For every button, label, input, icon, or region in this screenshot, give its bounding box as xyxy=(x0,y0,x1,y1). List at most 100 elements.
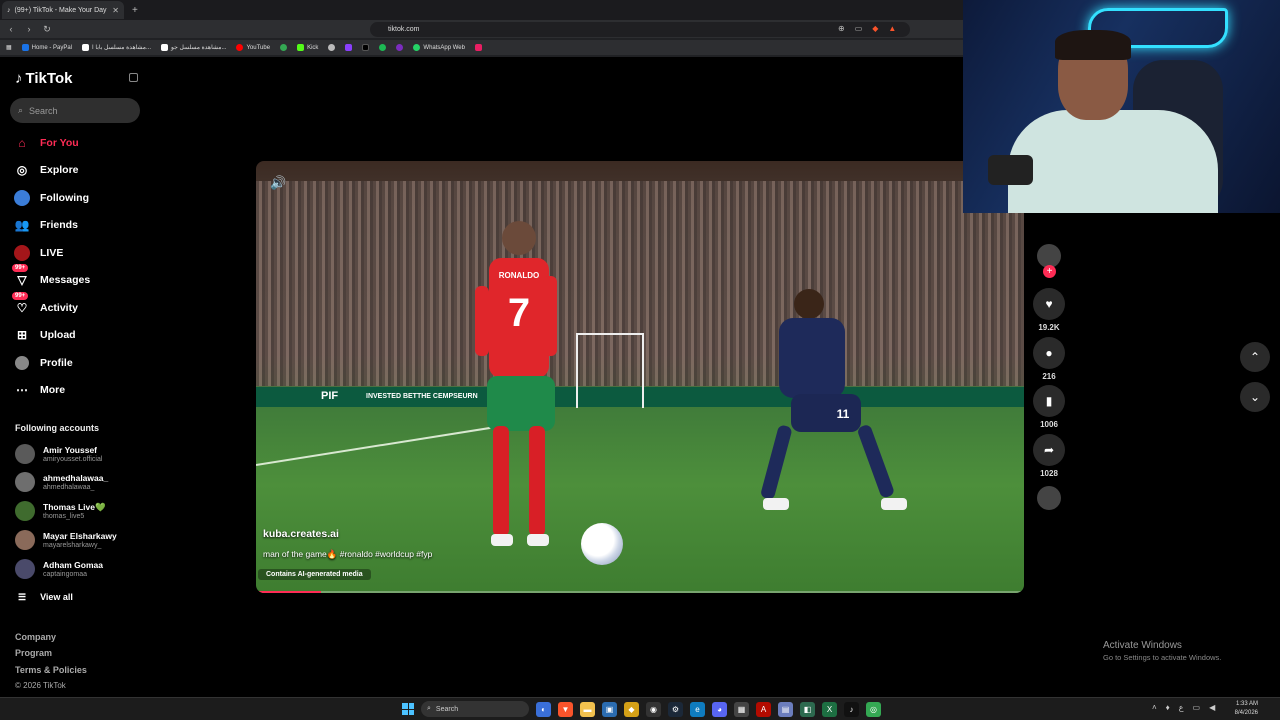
nav-more[interactable]: ⋯ More xyxy=(14,382,65,398)
tab-close-icon[interactable]: ✕ xyxy=(112,6,119,15)
store-icon[interactable]: ▣ xyxy=(602,702,617,717)
tiktok-icon[interactable]: ♪ xyxy=(844,702,859,717)
bookmark-item[interactable]: Home - PayPal xyxy=(21,44,72,51)
nav-activity[interactable]: ♡ 99+ Activity xyxy=(12,292,78,316)
address-bar[interactable]: tiktok.com xyxy=(370,22,910,37)
avatar xyxy=(15,530,35,550)
rewards-icon[interactable]: ▲ xyxy=(888,24,896,33)
bookmark-item[interactable] xyxy=(396,44,404,51)
tiktok-logo[interactable]: ♪ TikTok xyxy=(15,70,72,87)
following-account[interactable]: Thomas Live💚 thomas_live5 xyxy=(15,501,106,521)
nav-explore[interactable]: ◎ Explore xyxy=(14,162,79,178)
avatar xyxy=(15,472,35,492)
avatar xyxy=(15,444,35,464)
video-player[interactable]: PIF INVESTED BETTHE CEMPSEURN RONALDO 7 … xyxy=(256,161,1024,593)
following-account[interactable]: Adham Gomaa captaingomaa xyxy=(15,559,103,579)
previous-video-button[interactable]: ⌃ xyxy=(1240,342,1270,372)
volume-icon[interactable]: 🔊 xyxy=(270,175,286,191)
calculator-icon[interactable]: ▦ xyxy=(734,702,749,717)
bookmark-item[interactable] xyxy=(362,44,370,51)
brave-icon[interactable]: ▼ xyxy=(558,702,573,717)
footer-link-program[interactable]: Program xyxy=(15,648,52,658)
home-icon: ⌂ xyxy=(18,136,26,150)
like-button[interactable]: ♥ xyxy=(1033,288,1065,320)
steam-icon[interactable]: ⚙ xyxy=(668,702,683,717)
notepad-icon[interactable]: ▤ xyxy=(778,702,793,717)
bookmark-item[interactable]: مشاهدة مسلسل بابا ا... xyxy=(82,44,151,51)
nav-following[interactable]: Following xyxy=(14,190,89,206)
back-icon[interactable]: ‹ xyxy=(6,24,16,34)
nav-label: Profile xyxy=(40,357,73,369)
bookmark-item[interactable]: مشاهدة مسلسل جو... xyxy=(161,44,226,51)
network-icon[interactable]: ▭ xyxy=(1193,703,1201,712)
edge-icon[interactable]: e xyxy=(690,702,705,717)
view-all-button[interactable]: ☰ View all xyxy=(18,592,73,603)
nav-label: Friends xyxy=(40,219,78,231)
app-icon[interactable]: ◧ xyxy=(800,702,815,717)
reload-icon[interactable]: ↻ xyxy=(42,24,52,35)
nav-for-you[interactable]: ⌂ For You xyxy=(14,135,78,151)
collapse-sidebar-icon[interactable] xyxy=(129,73,138,82)
copilot-icon[interactable]: ◐ xyxy=(536,702,551,717)
chevron-up-icon[interactable]: ˄ xyxy=(1152,703,1157,712)
bookmark-icon xyxy=(280,44,288,51)
bookmark-item[interactable]: YouTube xyxy=(236,44,270,51)
mic-icon[interactable]: ♦ xyxy=(1166,703,1170,712)
nav-messages[interactable]: ▽ 99+ Messages xyxy=(12,264,91,288)
sound-disc-icon[interactable] xyxy=(1037,486,1061,510)
search-input[interactable]: ⌕ Search xyxy=(10,98,140,123)
following-account[interactable]: Mayar Elsharkawy mayarelsharkawy_ xyxy=(15,530,117,550)
nav-live[interactable]: LIVE xyxy=(14,245,63,261)
account-name: Mayar Elsharkawy xyxy=(43,530,117,541)
bookmark-item[interactable] xyxy=(280,44,288,51)
following-account[interactable]: Amir Youssef amiryousset.official xyxy=(15,444,102,464)
chrome-icon[interactable]: ◎ xyxy=(866,702,881,717)
bookmark-item[interactable]: Kick xyxy=(297,44,318,51)
adobe-icon[interactable]: A xyxy=(756,702,771,717)
taskbar-search[interactable]: ⌕ Search xyxy=(421,701,529,717)
discord-icon[interactable]: ◕ xyxy=(712,702,727,717)
footer-link-terms[interactable]: Terms & Policies xyxy=(15,665,87,675)
volume-icon[interactable]: ◀ xyxy=(1209,703,1215,712)
bookmark-item[interactable] xyxy=(345,44,353,51)
nav-upload[interactable]: ⊞ Upload xyxy=(14,327,76,343)
brave-shield-icon[interactable]: ◆ xyxy=(872,24,878,33)
footer-link-company[interactable]: Company xyxy=(15,632,56,642)
comment-button[interactable]: ● xyxy=(1033,337,1065,369)
system-clock[interactable]: 1:33 AM 8/4/2026 xyxy=(1228,700,1258,718)
app-icon[interactable]: ◆ xyxy=(624,702,639,717)
tab-title: (99+) TikTok - Make Your Day xyxy=(14,6,107,14)
tab-bar: ♪ (99+) TikTok - Make Your Day ✕ + xyxy=(0,0,963,20)
follow-plus-icon[interactable]: + xyxy=(1043,265,1056,278)
bookmark-item[interactable] xyxy=(379,44,387,51)
next-video-button[interactable]: ⌄ xyxy=(1240,382,1270,412)
spotify-icon xyxy=(379,44,387,51)
search-icon: ⌕ xyxy=(18,105,24,115)
video-author[interactable]: kuba.creates.ai xyxy=(263,528,339,540)
file-explorer-icon[interactable]: ▬ xyxy=(580,702,595,717)
apps-icon[interactable]: ▦ xyxy=(6,44,12,51)
save-button[interactable]: ▮ xyxy=(1033,385,1065,417)
start-button[interactable] xyxy=(402,703,414,715)
forward-icon[interactable]: › xyxy=(24,24,34,34)
activate-windows-subtitle: Go to Settings to activate Windows. xyxy=(1103,653,1222,662)
cast-icon[interactable]: ▭ xyxy=(855,24,863,33)
zoom-icon[interactable]: ⊕ xyxy=(838,24,845,33)
nav-friends[interactable]: 👥 Friends xyxy=(14,217,78,233)
nav-profile[interactable]: Profile xyxy=(14,355,73,371)
browser-tab[interactable]: ♪ (99+) TikTok - Make Your Day ✕ xyxy=(2,1,124,19)
account-name: ahmedhalawaa_ xyxy=(43,472,109,483)
bookmark-item[interactable]: WhatsApp Web xyxy=(413,44,465,51)
compass-icon: ◎ xyxy=(16,163,28,177)
obs-icon[interactable]: ◉ xyxy=(646,702,661,717)
language-icon[interactable]: ع xyxy=(1179,703,1184,712)
new-tab-button[interactable]: + xyxy=(132,5,138,16)
following-account[interactable]: ahmedhalawaa_ ahmedhalawaa_ xyxy=(15,472,108,492)
excel-icon[interactable]: X xyxy=(822,702,837,717)
bookmark-item[interactable] xyxy=(474,44,482,51)
friends-icon: 👥 xyxy=(14,218,30,232)
bookmark-item[interactable] xyxy=(328,44,336,51)
share-button[interactable]: ➦ xyxy=(1033,434,1065,466)
nav-label: Messages xyxy=(40,274,91,286)
video-progress-bar[interactable] xyxy=(256,591,1024,593)
